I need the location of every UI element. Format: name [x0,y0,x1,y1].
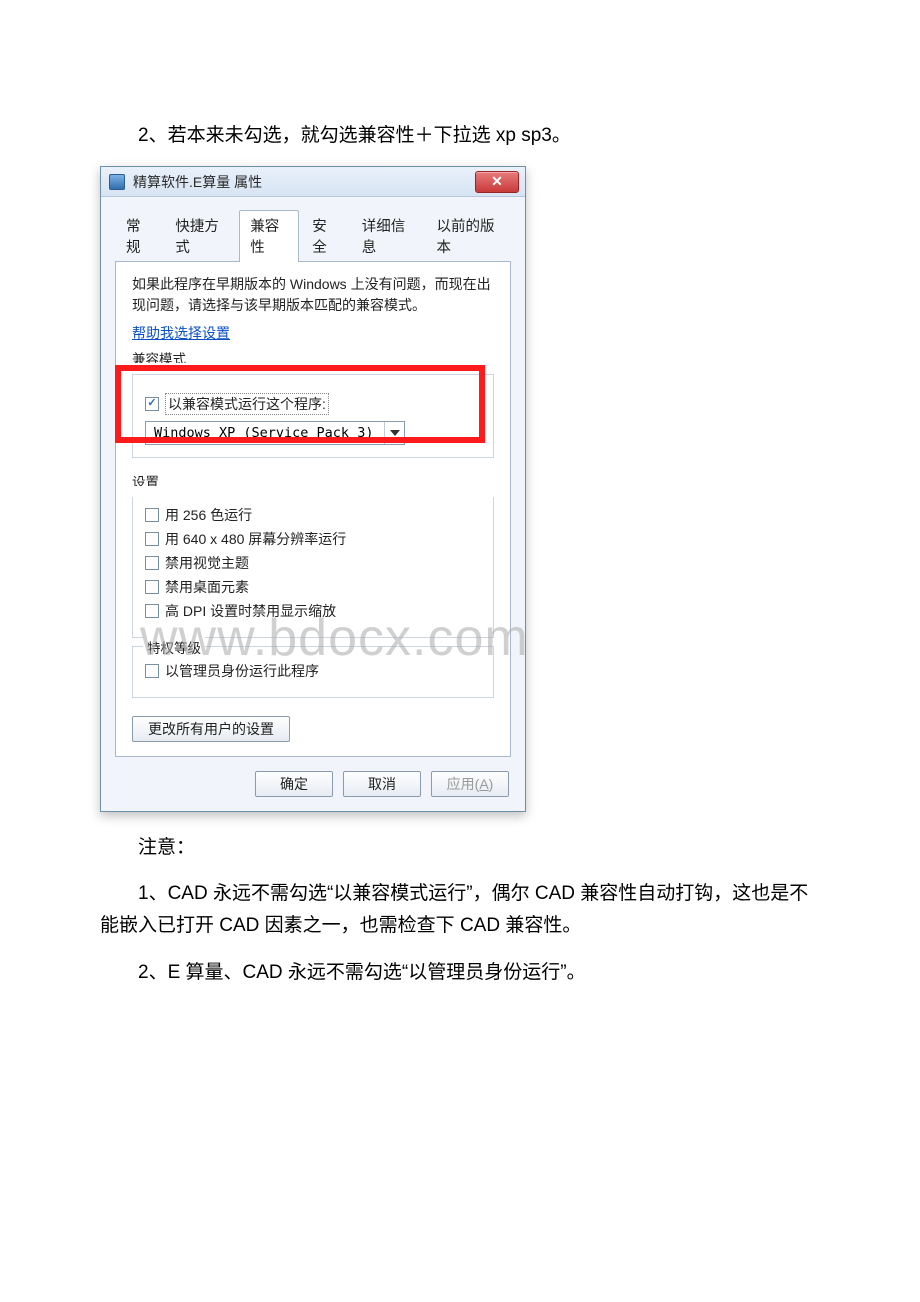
tab-shortcut[interactable]: 快捷方式 [164,210,237,262]
group-label-privilege: 特权等级 [143,637,205,657]
row-disable-desktop: 禁用桌面元素 [145,577,481,597]
doc-note-1: 1、CAD 永远不需勾选“以兼容模式运行”，偶尔 CAD 兼容性自动打钩，这也是… [100,878,820,943]
fieldset-settings: 用 256 色运行 用 640 x 480 屏幕分辨率运行 禁用视觉主题 禁用桌… [132,497,494,638]
help-link[interactable]: 帮助我选择设置 [132,323,230,343]
close-button[interactable]: ✕ [475,171,519,193]
tab-general[interactable]: 常规 [115,210,162,262]
dialog-button-bar: 确定 取消 应用(A) [101,757,525,811]
close-icon: ✕ [491,173,503,190]
tab-security[interactable]: 安全 [301,210,348,262]
checkbox-run-as-admin[interactable] [145,664,159,678]
tab-details[interactable]: 详细信息 [351,210,424,262]
doc-note-2: 2、E 算量、CAD 永远不需勾选“以管理员身份运行”。 [100,957,820,989]
tab-panel-compatibility: 如果此程序在早期版本的 Windows 上没有问题，而现在出 现问题，请选择与该… [115,261,511,757]
cancel-button[interactable]: 取消 [343,771,421,797]
tab-compatibility[interactable]: 兼容性 [239,210,299,262]
titlebar: 精算软件.E算量 属性 ✕ [101,167,525,197]
checkbox-compat-mode[interactable] [145,397,159,411]
label-640x480: 用 640 x 480 屏幕分辨率运行 [165,529,346,549]
doc-line-1: 2、若本来未勾选，就勾选兼容性＋下拉选 xp sp3。 [100,120,820,152]
group-label-settings: 设置 [132,468,494,489]
properties-dialog: 精算软件.E算量 属性 ✕ 常规 快捷方式 兼容性 安全 详细信息 以前的版本 … [100,166,526,812]
fieldset-privilege: 特权等级 以管理员身份运行此程序 [132,646,494,698]
checkbox-disable-dpi[interactable] [145,604,159,618]
row-disable-theme: 禁用视觉主题 [145,553,481,573]
doc-note-heading: 注意： [100,832,820,864]
checkbox-640x480[interactable] [145,532,159,546]
row-run-as-admin: 以管理员身份运行此程序 [145,661,481,681]
row-disable-dpi: 高 DPI 设置时禁用显示缩放 [145,601,481,621]
label-256-color: 用 256 色运行 [165,505,252,525]
intro-line-1: 如果此程序在早期版本的 Windows 上没有问题，而现在出 [132,274,494,294]
label-disable-desktop: 禁用桌面元素 [165,577,249,597]
ok-button[interactable]: 确定 [255,771,333,797]
window-title: 精算软件.E算量 属性 [133,172,475,192]
combo-os-version[interactable]: Windows XP (Service Pack 3) [145,421,405,445]
app-icon [109,174,125,190]
group-label-compat: 兼容模式 [132,345,494,366]
chevron-down-icon [384,422,404,444]
checkbox-disable-desktop[interactable] [145,580,159,594]
label-compat-mode: 以兼容模式运行这个程序: [165,393,329,415]
label-disable-dpi: 高 DPI 设置时禁用显示缩放 [165,601,336,621]
row-compat-mode: 以兼容模式运行这个程序: [145,393,481,415]
checkbox-256-color[interactable] [145,508,159,522]
label-disable-theme: 禁用视觉主题 [165,553,249,573]
intro-line-2: 现问题，请选择与该早期版本匹配的兼容模式。 [132,295,494,315]
apply-button[interactable]: 应用(A) [431,771,509,797]
label-run-as-admin: 以管理员身份运行此程序 [165,661,319,681]
tab-previous-versions[interactable]: 以前的版本 [426,210,512,262]
checkbox-disable-theme[interactable] [145,556,159,570]
change-all-users-button[interactable]: 更改所有用户的设置 [132,716,290,742]
combo-os-value: Windows XP (Service Pack 3) [146,425,384,441]
row-640x480: 用 640 x 480 屏幕分辨率运行 [145,529,481,549]
tabstrip: 常规 快捷方式 兼容性 安全 详细信息 以前的版本 [101,197,525,261]
fieldset-compat-mode: 以兼容模式运行这个程序: Windows XP (Service Pack 3) [132,374,494,458]
row-256-color: 用 256 色运行 [145,505,481,525]
